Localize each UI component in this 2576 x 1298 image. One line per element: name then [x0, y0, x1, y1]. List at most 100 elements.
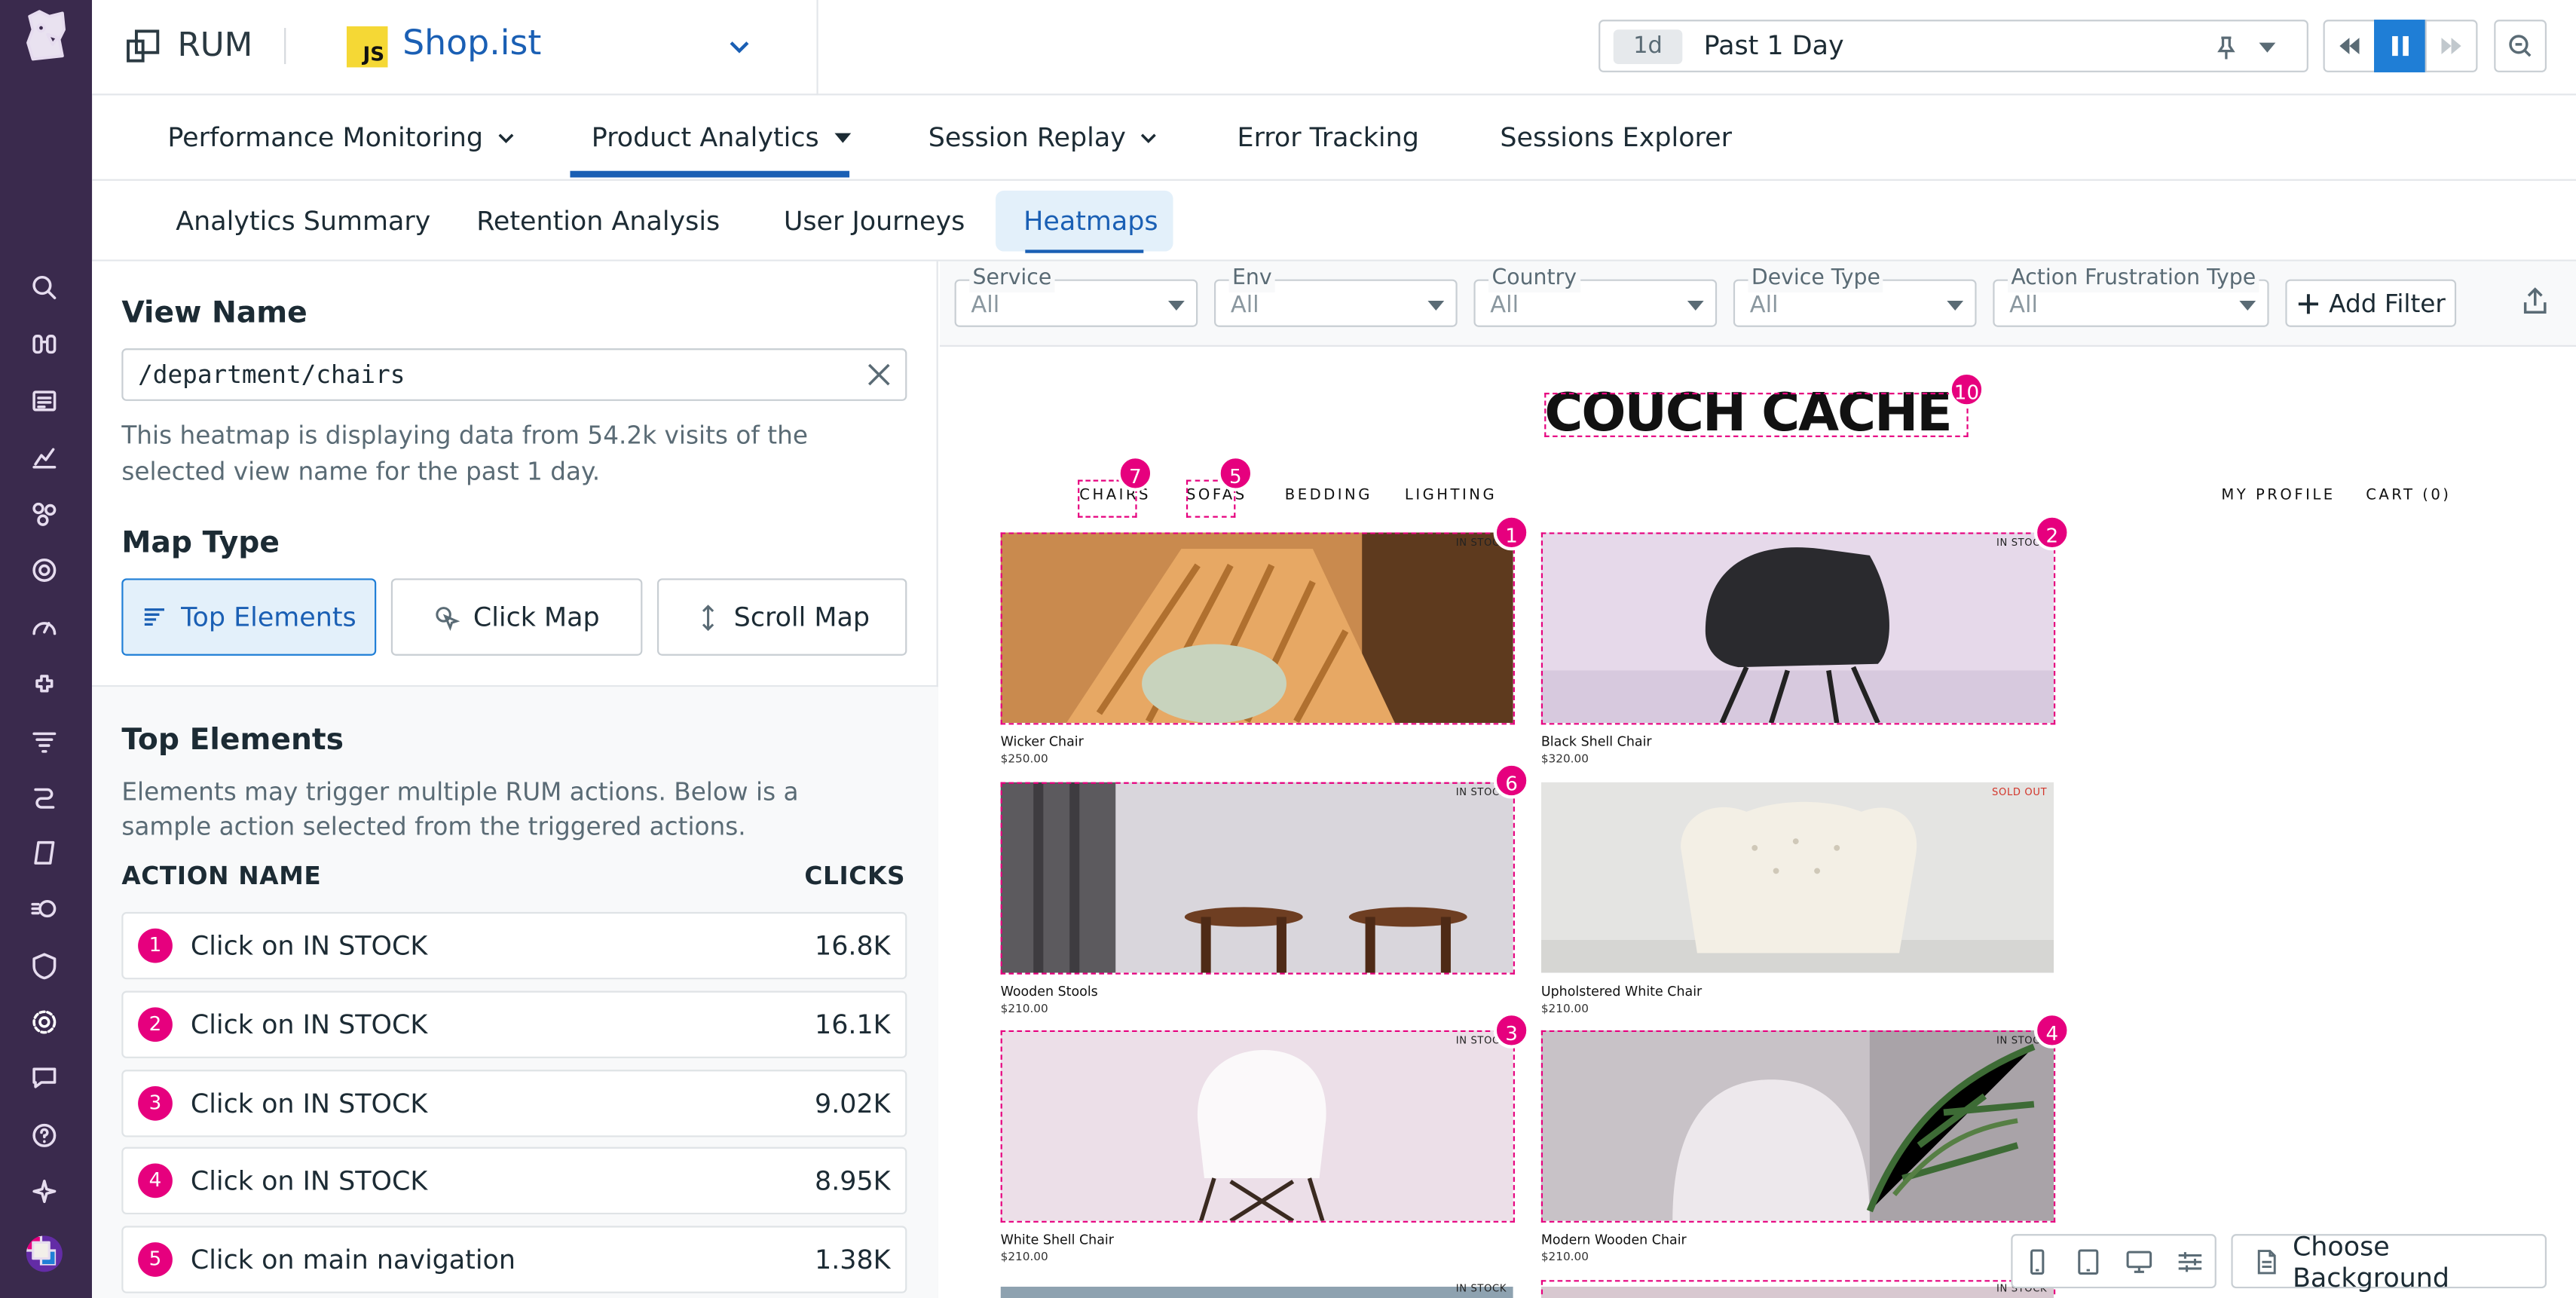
heatmap-pin[interactable]: 3	[1493, 1012, 1530, 1049]
top-elements-button[interactable]: Top Elements	[121, 578, 377, 656]
desktop-icon[interactable]	[2126, 1249, 2152, 1275]
apm-icon[interactable]	[28, 554, 61, 587]
pin-icon[interactable]	[2213, 35, 2239, 61]
tab-user-journeys[interactable]: User Journeys	[784, 206, 965, 237]
tab-session-replay[interactable]: Session Replay	[929, 121, 1159, 153]
integrations-icon[interactable]	[28, 667, 61, 700]
synthetics-icon[interactable]	[28, 892, 61, 926]
tab-performance-monitoring[interactable]: Performance Monitoring	[167, 121, 516, 153]
heatmap-canvas[interactable]: COUCH CACHE 10 CHAIRS 7 SOFAS 5 BEDDING …	[939, 346, 2576, 1298]
view-name-input[interactable]: /department/chairs	[121, 348, 907, 401]
share-icon[interactable]	[2520, 286, 2550, 315]
heatmap-pin[interactable]: 6	[1493, 762, 1530, 799]
top-elements-description: Elements may trigger multiple RUM action…	[121, 777, 799, 842]
table-row[interactable]: 5 Click on main navigation 1.38K	[121, 1226, 907, 1293]
time-range-label: Past 1 Day	[1703, 29, 1844, 61]
table-row[interactable]: 3 Click on IN STOCK 9.02K	[121, 1070, 907, 1137]
heatmap-pin[interactable]: 7	[1117, 455, 1154, 491]
action-frustration-type-filter[interactable]: Action Frustration Type All	[1993, 266, 2269, 327]
table-row[interactable]: 2 Click on IN STOCK 16.1K	[121, 990, 907, 1058]
map-type-title: Map Type	[121, 525, 280, 561]
application-name[interactable]: Shop.ist	[402, 23, 541, 63]
click-count: 8.95K	[815, 1165, 891, 1197]
table-row[interactable]: 1 Click on IN STOCK 16.8K	[121, 911, 907, 980]
top-header: RUM JS Shop.ist 1d Past 1 Day	[92, 0, 2576, 96]
heatmap-pin[interactable]: 10	[1948, 371, 1985, 408]
heatmap-pin[interactable]: 1	[1493, 514, 1530, 551]
chat-icon[interactable]	[28, 1061, 61, 1094]
pause-button[interactable]	[2374, 20, 2427, 72]
search-icon[interactable]	[28, 271, 61, 305]
heatmap-highlight[interactable]	[1000, 1030, 1515, 1223]
heatmap-pin[interactable]: 5	[1217, 455, 1254, 491]
tablet-icon[interactable]	[2075, 1249, 2101, 1275]
heatmap-highlight[interactable]	[1540, 1280, 2056, 1298]
notebook-icon[interactable]	[28, 837, 61, 870]
filter-label: Device Type	[1748, 266, 1884, 293]
heatmap-highlight[interactable]	[1000, 782, 1515, 975]
env-filter[interactable]: Env All	[1214, 266, 1458, 327]
zoom-out-button[interactable]	[2494, 20, 2547, 72]
filter-label: Service	[969, 266, 1055, 293]
caret-down-icon[interactable]	[2259, 42, 2276, 53]
country-filter[interactable]: Country All	[1473, 266, 1718, 327]
datadog-logo-icon[interactable]	[20, 7, 72, 66]
gauge-icon[interactable]	[28, 611, 61, 644]
add-filter-button[interactable]: Add Filter	[2285, 279, 2457, 327]
shop-nav-bedding: BEDDING	[1284, 488, 1372, 505]
time-range-picker[interactable]: 1d Past 1 Day	[1599, 20, 2308, 72]
sparkle-icon[interactable]	[28, 1175, 61, 1208]
tab-retention-analysis[interactable]: Retention Analysis	[476, 206, 720, 237]
security-icon[interactable]	[28, 950, 61, 983]
device-preview-toolbar	[2011, 1234, 2217, 1289]
close-icon[interactable]	[866, 362, 892, 388]
choose-background-button[interactable]: Choose Background	[2231, 1230, 2547, 1293]
chevron-down-icon[interactable]	[727, 33, 753, 60]
rum-icon[interactable]	[28, 1006, 61, 1039]
filter-bar: Service All Env All Country All Device Type…	[939, 261, 2576, 347]
tab-sessions-explorer[interactable]: Sessions Explorer	[1500, 121, 1732, 152]
settings-sliders-icon[interactable]	[2177, 1249, 2204, 1275]
table-row[interactable]: 4 Click on IN STOCK 8.95K	[121, 1146, 907, 1215]
heatmap-highlight[interactable]	[1540, 532, 2056, 725]
chevron-down-icon	[1141, 133, 1157, 142]
fast-forward-button[interactable]	[2425, 20, 2478, 72]
dashboard-icon[interactable]	[28, 384, 61, 418]
filter-label: Country	[1488, 266, 1580, 293]
infrastructure-icon[interactable]	[28, 498, 61, 531]
action-name: Click on IN STOCK	[190, 1165, 428, 1197]
element-rank: 5	[138, 1242, 173, 1277]
mobile-icon[interactable]	[2024, 1249, 2051, 1275]
tab-heatmaps[interactable]: Heatmaps	[1023, 206, 1158, 237]
user-avatar[interactable]	[26, 1235, 63, 1272]
device-type-filter[interactable]: Device Type All	[1733, 266, 1977, 327]
time-range-badge: 1d	[1613, 29, 1683, 65]
tab-product-analytics[interactable]: Product Analytics	[591, 121, 852, 153]
service-filter[interactable]: Service All	[954, 266, 1198, 327]
rum-app-icon	[127, 29, 160, 63]
workflow-icon[interactable]	[28, 781, 61, 814]
tab-analytics-summary[interactable]: Analytics Summary	[176, 206, 430, 237]
button-label: Top Elements	[181, 601, 356, 633]
active-tab-indicator	[1025, 249, 1144, 253]
rewind-button[interactable]	[2323, 20, 2376, 72]
binoculars-icon[interactable]	[28, 327, 61, 360]
heatmap-pin[interactable]: 4	[2033, 1012, 2070, 1049]
heatmap-highlight[interactable]	[1540, 1030, 2056, 1223]
tab-error-tracking[interactable]: Error Tracking	[1238, 121, 1419, 152]
help-icon[interactable]	[28, 1119, 61, 1153]
heatmap-highlight[interactable]	[1000, 532, 1515, 725]
tab-label: Product Analytics	[591, 121, 819, 153]
heatmap-highlight[interactable]	[1544, 393, 1969, 437]
button-label: Add Filter	[2329, 288, 2446, 318]
click-map-button[interactable]: Click Map	[390, 578, 643, 656]
heatmap-pin[interactable]: 2	[2033, 514, 2070, 551]
metrics-icon[interactable]	[28, 440, 61, 473]
scroll-map-button[interactable]: Scroll Map	[657, 578, 907, 656]
logs-icon[interactable]	[28, 724, 61, 758]
filter-value: All	[2009, 292, 2038, 319]
filter-value: All	[1230, 292, 1259, 319]
tab-label: Sessions Explorer	[1500, 121, 1732, 153]
product-title: RUM	[177, 24, 253, 65]
heatmap-settings-panel: View Name /department/chairs This heatma…	[92, 261, 938, 1298]
